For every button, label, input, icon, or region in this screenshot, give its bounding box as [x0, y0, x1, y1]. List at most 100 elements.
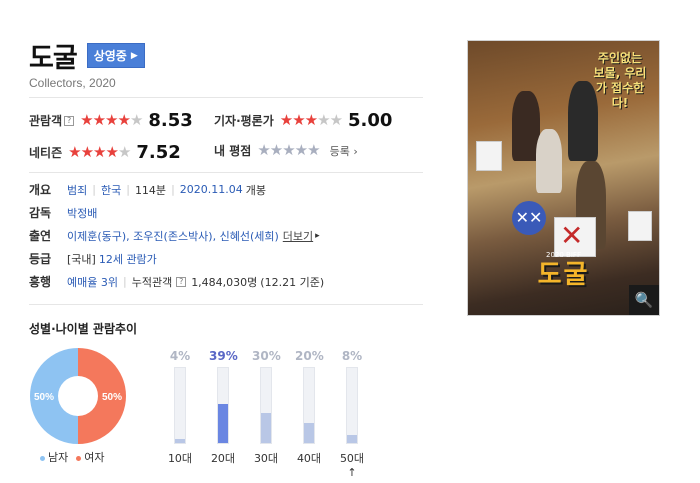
- genre-link[interactable]: 범죄: [67, 182, 87, 198]
- reservation-rank-link[interactable]: 예매율 3위: [67, 274, 118, 290]
- age-bar-pct: 8%: [341, 349, 363, 363]
- star-filled-icon: ★: [105, 111, 118, 129]
- pie-hole: [58, 376, 98, 416]
- star-filled-icon: ★: [80, 143, 94, 161]
- male-dot: [40, 455, 45, 461]
- my-rating-label: 내 평점: [214, 144, 252, 158]
- my-rating-stars[interactable]: ★★★★★: [257, 141, 320, 159]
- star-filled-icon: ★: [304, 111, 318, 129]
- chevron-right-icon: ▸: [315, 230, 320, 241]
- age-bar-column: 20% 40대: [295, 349, 335, 465]
- movie-poster[interactable]: 주인없는 보물, 우리가 접수한다! ✕ ✕✕ 2020 BIFF 도굴 🔍: [467, 40, 660, 316]
- register-rating-link[interactable]: 등록 ›: [330, 143, 358, 159]
- status-badge[interactable]: 상영중 ▶: [86, 43, 145, 68]
- country-link[interactable]: 한국: [101, 182, 121, 198]
- age-bar-label: 20대: [210, 452, 236, 465]
- star-empty-icon: ★: [329, 111, 343, 129]
- age-bar-track: [346, 367, 358, 444]
- netizen-stars: ★★★★★: [68, 143, 131, 161]
- poster-box: [476, 141, 502, 171]
- audience-label: 관람객: [29, 114, 63, 128]
- legend-female: 여자: [76, 449, 105, 465]
- age-bar-pct: 39%: [209, 349, 238, 363]
- age-bar-fill: [261, 413, 271, 443]
- divider: [29, 97, 423, 98]
- divider: [29, 172, 423, 173]
- male-label: 남자: [48, 451, 69, 464]
- overview-row: 개요 범죄 | 한국 | 114분 | 2020.11.04 개봉: [29, 181, 266, 198]
- age-bar-column: 39% 20대: [209, 349, 249, 465]
- poster-ghost-icon: ✕✕: [512, 201, 546, 235]
- star-empty-icon: ★: [257, 141, 270, 159]
- age-bar-pct: 30%: [252, 349, 281, 363]
- star-empty-icon: ★: [307, 141, 320, 159]
- grade-label: 등급: [29, 252, 52, 266]
- age-bar-label: 10대: [167, 452, 193, 465]
- age-bar-column: 8% 50대↑: [338, 349, 378, 479]
- female-label: 여자: [84, 451, 105, 464]
- separator: |: [92, 183, 96, 196]
- critics-rating: 기자·평론가 ★★★★★ 5.00: [214, 110, 392, 131]
- age-bar-track: [217, 367, 229, 444]
- age-bar-label: 30대: [253, 452, 279, 465]
- poster-figure: [536, 129, 562, 193]
- director-row: 감독 박정배: [29, 204, 97, 221]
- cast-links[interactable]: 이제훈(동구), 조우진(존스박사), 신혜선(세희): [67, 228, 279, 244]
- movie-title: 도굴: [29, 43, 78, 74]
- age-bar-track: [260, 367, 272, 444]
- age-bar-fill: [304, 423, 314, 443]
- male-pct-label: 50%: [34, 392, 54, 403]
- title-row: 도굴 상영중 ▶: [29, 36, 145, 75]
- netizen-rating: 네티즌 ★★★★★ 7.52: [29, 142, 181, 163]
- age-bar-pct: 4%: [169, 349, 191, 363]
- star-filled-icon: ★: [279, 111, 293, 129]
- poster-tagline: 주인없는 보물, 우리가 접수한다!: [593, 51, 647, 110]
- age-bar-fill: [218, 404, 228, 443]
- gender-pie-chart: 50% 50%: [30, 348, 126, 444]
- female-pct-label: 50%: [102, 392, 122, 403]
- star-filled-icon: ★: [117, 111, 130, 129]
- star-empty-icon: ★: [129, 111, 143, 129]
- cumulative-as-of: (12.21 기준): [260, 275, 325, 289]
- age-bar-track: [174, 367, 186, 444]
- age-bar-fill: [347, 435, 357, 443]
- grade-row: 등급 [국내] 12세 관람가: [29, 250, 157, 267]
- poster-x-mark: ✕: [560, 219, 584, 252]
- critics-score: 5.00: [348, 110, 393, 131]
- register-rating-label: 등록: [329, 144, 350, 158]
- divider: [29, 304, 423, 305]
- grade-prefix: [국내]: [67, 252, 96, 266]
- audience-rating: 관람객 ? ★★★★★ 8.53: [29, 110, 193, 131]
- poster-figure: [568, 81, 598, 161]
- star-empty-icon: ★: [317, 111, 330, 129]
- poster-box: [628, 211, 652, 241]
- question-icon[interactable]: ?: [176, 276, 187, 287]
- my-rating: 내 평점 ★★★★★ 등록 ›: [214, 142, 358, 159]
- search-icon[interactable]: 🔍: [629, 285, 659, 315]
- runtime: 114분: [134, 183, 167, 197]
- original-title: Collectors, 2020: [29, 76, 116, 90]
- grade-link[interactable]: 12세 관람가: [99, 251, 157, 267]
- status-label: 상영중: [93, 49, 127, 63]
- legend-male: 남자: [40, 449, 68, 465]
- star-empty-icon: ★: [117, 143, 131, 161]
- question-icon[interactable]: ?: [64, 115, 75, 126]
- boxoffice-row: 흥행 예매율 3위 | 누적관객 ? 1,484,030명 (12.21 기준): [29, 273, 324, 290]
- release-date-link[interactable]: 2020.11.04: [180, 183, 243, 196]
- netizen-label: 네티즌: [29, 146, 63, 160]
- age-bar-label: 40대: [296, 452, 322, 465]
- audience-score: 8.53: [148, 110, 193, 131]
- star-empty-icon: ★: [269, 141, 283, 159]
- critics-label: 기자·평론가: [214, 114, 274, 128]
- overview-label: 개요: [29, 183, 52, 197]
- boxoffice-label: 흥행: [29, 275, 52, 289]
- audience-stars: ★★★★★: [80, 111, 143, 129]
- director-link[interactable]: 박정배: [67, 205, 97, 221]
- star-filled-icon: ★: [292, 111, 305, 129]
- cast-label: 출연: [29, 229, 52, 243]
- cast-more-link[interactable]: 더보기: [283, 228, 313, 244]
- star-empty-icon: ★: [282, 141, 295, 159]
- gender-legend: 남자 여자: [40, 449, 105, 465]
- age-bar-column: 30% 30대: [252, 349, 292, 465]
- cast-row: 출연 이제훈(동구), 조우진(존스박사), 신혜선(세희) 더보기 ▸: [29, 227, 320, 244]
